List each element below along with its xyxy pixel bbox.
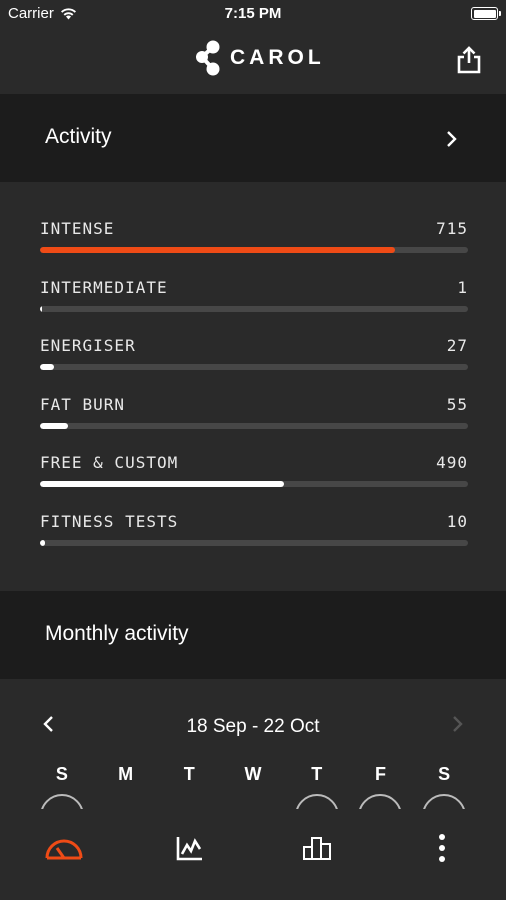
- activity-count: 1: [457, 278, 468, 297]
- monthly-activity-header[interactable]: Monthly activity: [0, 591, 506, 679]
- tab-more[interactable]: [422, 828, 462, 868]
- weekday-label: M: [118, 764, 134, 784]
- progress-track: [40, 481, 468, 487]
- progress-fill: [40, 247, 396, 253]
- day-number: 19: [106, 808, 146, 809]
- carol-logo-icon: [196, 40, 220, 76]
- day-circle: 20: [167, 794, 211, 809]
- weekday-label: F: [374, 764, 386, 784]
- tab-bar: [0, 810, 506, 900]
- tab-dashboard[interactable]: [44, 828, 84, 868]
- activity-header[interactable]: Activity: [0, 94, 506, 182]
- day-number: 18: [42, 808, 82, 809]
- activity-label: FREE & CUSTOM: [40, 453, 179, 472]
- activity-row-fat-burn: FAT BURN 55: [40, 395, 468, 445]
- more-icon: [439, 834, 445, 862]
- carol-logo: CAROL: [194, 38, 325, 78]
- activity-title: Activity: [45, 125, 112, 148]
- tab-stats[interactable]: [297, 828, 337, 868]
- day-circle: 24: [422, 794, 467, 809]
- progress-fill: [40, 306, 42, 312]
- day-number: 24: [424, 808, 464, 809]
- activity-row-intense: INTENSE 715: [40, 219, 468, 269]
- weekday-label: T: [311, 764, 323, 784]
- battery-icon: [471, 7, 501, 20]
- status-bar: Carrier 7:15 PM: [0, 0, 506, 28]
- day-number: 20: [169, 808, 209, 809]
- calendar-day[interactable]: M 19: [94, 764, 158, 809]
- activity-label: FAT BURN: [40, 395, 126, 414]
- progress-track: [40, 247, 468, 253]
- activity-count: 10: [446, 512, 468, 531]
- day-circle: 21: [231, 794, 275, 809]
- stats-icon: [303, 837, 331, 860]
- activity-row-energiser: ENERGISER 27: [40, 336, 468, 386]
- calendar-day[interactable]: W 21: [221, 764, 285, 809]
- chevron-right-icon[interactable]: [452, 715, 464, 733]
- calendar-day[interactable]: S 18: [30, 764, 94, 809]
- progress-track: [40, 364, 468, 370]
- weekday-label: S: [438, 764, 451, 784]
- progress-fill: [40, 423, 69, 429]
- activity-count: 490: [436, 453, 468, 472]
- date-range: 18 Sep - 22 Oct: [186, 716, 320, 737]
- calendar-day[interactable]: T 22: [285, 764, 349, 809]
- weekday-label: S: [55, 764, 68, 784]
- activity-row-intermediate: INTERMEDIATE 1: [40, 278, 468, 328]
- day-number: 21: [233, 808, 273, 809]
- calendar-day[interactable]: S 24: [412, 764, 476, 809]
- weekday-label: W: [244, 764, 262, 784]
- weekday-label: T: [183, 764, 195, 784]
- activity-label: INTENSE: [40, 219, 115, 238]
- day-circle: 18: [39, 794, 84, 809]
- activity-list: INTENSE 715 INTERMEDIATE 1 ENERGISER 27 …: [0, 182, 506, 590]
- activity-row-fitness-tests: FITNESS TESTS 10: [40, 512, 468, 562]
- day-number: 23: [360, 808, 400, 809]
- activity-row-free-custom: FREE & CUSTOM 490: [40, 453, 468, 503]
- progress-track: [40, 306, 468, 312]
- top-bar: CAROL: [0, 28, 506, 94]
- chevron-right-icon: [447, 131, 457, 147]
- activity-label: INTERMEDIATE: [40, 278, 168, 297]
- tab-trends[interactable]: [170, 828, 210, 868]
- progress-fill: [40, 364, 55, 370]
- calendar-day[interactable]: T 20: [157, 764, 221, 809]
- day-number: 22: [297, 808, 337, 809]
- dashboard-icon: [45, 839, 83, 860]
- day-circle: 23: [358, 794, 403, 809]
- activity-count: 715: [436, 219, 468, 238]
- progress-fill: [40, 481, 284, 487]
- activity-label: FITNESS TESTS: [40, 512, 179, 531]
- logo-text: CAROL: [230, 46, 325, 69]
- share-icon[interactable]: [456, 46, 482, 74]
- status-time: 7:15 PM: [224, 5, 282, 22]
- progress-track: [40, 423, 468, 429]
- calendar-day[interactable]: F 23: [349, 764, 413, 809]
- day-circle: 19: [104, 794, 148, 809]
- progress-track: [40, 540, 468, 546]
- progress-fill: [40, 540, 46, 546]
- monthly-activity-title: Monthly activity: [45, 622, 189, 645]
- activity-count: 27: [446, 336, 468, 355]
- activity-count: 55: [446, 395, 468, 414]
- activity-label: ENERGISER: [40, 336, 136, 355]
- day-circle: 22: [294, 794, 339, 809]
- calendar-strip: 18 Sep - 22 Oct S 18 M 19 T 20 W 21 T 22 F 23 …: [0, 679, 506, 809]
- trends-icon: [176, 837, 202, 861]
- weekday-row: S 18 M 19 T 20 W 21 T 22 F 23 S 24: [30, 764, 476, 809]
